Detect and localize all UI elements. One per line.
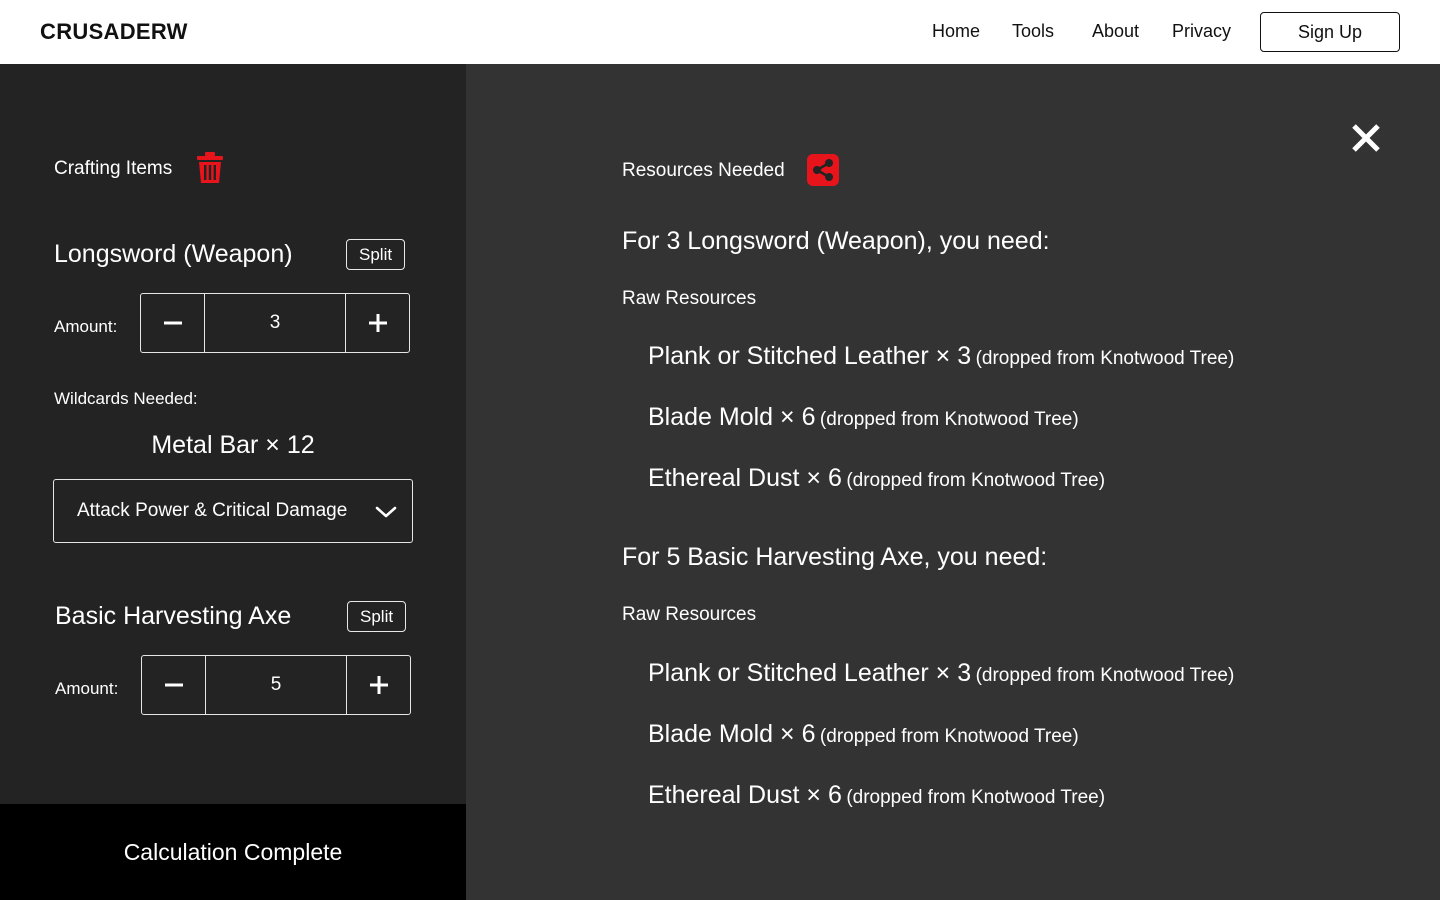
resource-source: (dropped from Knotwood Tree)	[975, 348, 1235, 369]
resource-line: Ethereal Dust × 6 (dropped from Knotwood…	[648, 781, 1105, 810]
section-heading: For 5 Basic Harvesting Axe, you need:	[622, 543, 1048, 571]
amount-value[interactable]: 5	[205, 656, 347, 714]
amount-stepper: 3	[140, 293, 410, 353]
calculation-complete-button[interactable]: Calculation Complete	[0, 804, 466, 900]
resource-name: Ethereal Dust × 6	[648, 781, 842, 809]
brand-logo[interactable]: CRUSADERW	[40, 19, 188, 45]
resource-name: Blade Mold × 6	[648, 403, 816, 431]
resource-line: Ethereal Dust × 6 (dropped from Knotwood…	[648, 464, 1105, 493]
resource-line: Blade Mold × 6 (dropped from Knotwood Tr…	[648, 720, 1079, 749]
nav-tools-link[interactable]: Tools	[1012, 21, 1054, 42]
resource-line: Blade Mold × 6 (dropped from Knotwood Tr…	[648, 403, 1079, 432]
resources-needed-title: Resources Needed	[622, 160, 785, 181]
nav-about-link[interactable]: About	[1092, 21, 1139, 42]
plus-icon	[368, 314, 387, 332]
split-button[interactable]: Split	[346, 239, 406, 270]
crafting-items-title: Crafting Items	[54, 158, 173, 179]
nav-privacy-link[interactable]: Privacy	[1172, 21, 1231, 42]
resource-name: Ethereal Dust × 6	[648, 464, 842, 492]
trash-icon[interactable]	[196, 152, 224, 184]
decrement-button[interactable]	[141, 294, 204, 352]
close-icon[interactable]	[1348, 120, 1384, 156]
resource-name: Plank or Stitched Leather × 3	[648, 342, 972, 370]
decrement-button[interactable]	[142, 656, 205, 714]
resource-source: (dropped from Knotwood Tree)	[819, 409, 1079, 430]
resource-name: Blade Mold × 6	[648, 720, 816, 748]
amount-stepper: 5	[141, 655, 411, 715]
resource-source: (dropped from Knotwood Tree)	[846, 787, 1106, 808]
top-navbar: CRUSADERW Home Tools About Privacy Sign …	[0, 0, 1440, 64]
resource-line: Plank or Stitched Leather × 3 (dropped f…	[648, 342, 1234, 371]
minus-icon	[163, 321, 182, 325]
increment-button[interactable]	[347, 656, 410, 714]
nav-home-link[interactable]: Home	[932, 21, 980, 42]
resource-name: Plank or Stitched Leather × 3	[648, 659, 972, 687]
resource-line: Plank or Stitched Leather × 3 (dropped f…	[648, 659, 1234, 688]
increment-button[interactable]	[346, 294, 409, 352]
amount-value[interactable]: 3	[204, 294, 346, 352]
stat-dropdown-value: Attack Power & Critical Damage	[77, 500, 348, 521]
wildcard-value: Metal Bar × 12	[151, 431, 315, 459]
section-heading: For 3 Longsword (Weapon), you need:	[622, 227, 1050, 255]
split-button[interactable]: Split	[347, 601, 407, 632]
wildcards-label: Wildcards Needed:	[54, 389, 198, 408]
stat-dropdown[interactable]: Attack Power & Critical Damage	[53, 479, 413, 543]
item-title-longsword: Longsword (Weapon)	[54, 240, 293, 268]
raw-resources-label: Raw Resources	[622, 604, 757, 625]
resource-source: (dropped from Knotwood Tree)	[975, 665, 1235, 686]
item-title-harvesting-axe: Basic Harvesting Axe	[55, 602, 292, 630]
share-icon[interactable]	[807, 154, 839, 186]
minus-icon	[164, 683, 183, 687]
resource-source: (dropped from Knotwood Tree)	[846, 470, 1106, 491]
chevron-down-icon	[375, 506, 397, 518]
resource-source: (dropped from Knotwood Tree)	[819, 726, 1079, 747]
crafting-items-panel: Crafting Items Longsword (Weapon) Split …	[0, 64, 466, 900]
plus-icon	[369, 676, 388, 694]
sign-up-button[interactable]: Sign Up	[1260, 12, 1400, 52]
amount-label: Amount:	[54, 317, 118, 336]
raw-resources-label: Raw Resources	[622, 288, 757, 309]
amount-label: Amount:	[55, 679, 119, 698]
